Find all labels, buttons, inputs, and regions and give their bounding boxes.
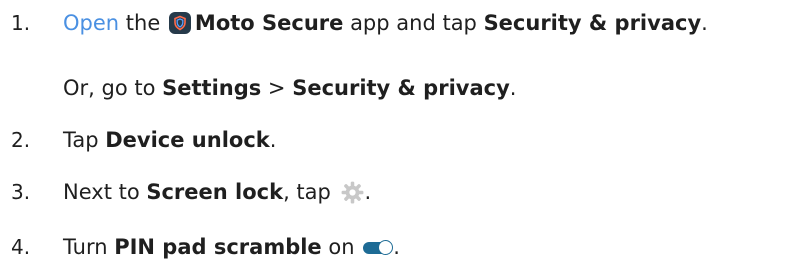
path-separator: > [261,76,293,100]
security-privacy-label: Security & privacy [483,11,702,35]
step-text: Next to Screen lock, tap . [63,177,371,207]
step-number: 4. [11,235,31,259]
step-text: Tap Device unlock. [63,125,276,155]
step-text-segment: . [509,76,517,100]
step-text: Turn PIN pad scramble on . [63,232,400,262]
pin-pad-scramble-label: PIN pad scramble [114,235,322,259]
settings-label: Settings [162,76,262,100]
app-name: Moto Secure [194,11,344,35]
step-text-segment: Or, go to [63,76,163,100]
screen-lock-label: Screen lock [146,180,284,204]
step-text-segment: app and tap [343,11,484,35]
step-text: Or, go to Settings > Security & privacy. [63,73,516,103]
step-text-segment: on [321,235,362,259]
moto-secure-app-icon [168,12,191,34]
instruction-steps: 1. Open the Moto Secure app and tap Secu… [0,0,809,276]
step-text-segment: . [393,235,400,259]
step-number: 3. [11,180,31,204]
toggle-knob [378,240,394,255]
step-text: Open the Moto Secure app and tap Securit… [63,8,708,38]
open-link[interactable]: Open [63,11,119,35]
gear-icon [340,180,365,205]
step-number: 1. [11,11,31,35]
device-unlock-label: Device unlock [105,128,270,152]
step-text-segment: Next to [63,180,147,204]
step-text-segment: . [269,128,277,152]
step-text-segment: the [119,11,167,35]
toggle-on-icon [363,240,394,256]
step-text-segment: . [701,11,708,35]
step-number: 2. [11,128,31,152]
step-text-segment: Turn [63,235,115,259]
step-text-segment: Tap [63,128,106,152]
step-text-segment: . [364,180,372,204]
security-privacy-label: Security & privacy [292,76,510,100]
step-text-segment: , tap [283,180,338,204]
